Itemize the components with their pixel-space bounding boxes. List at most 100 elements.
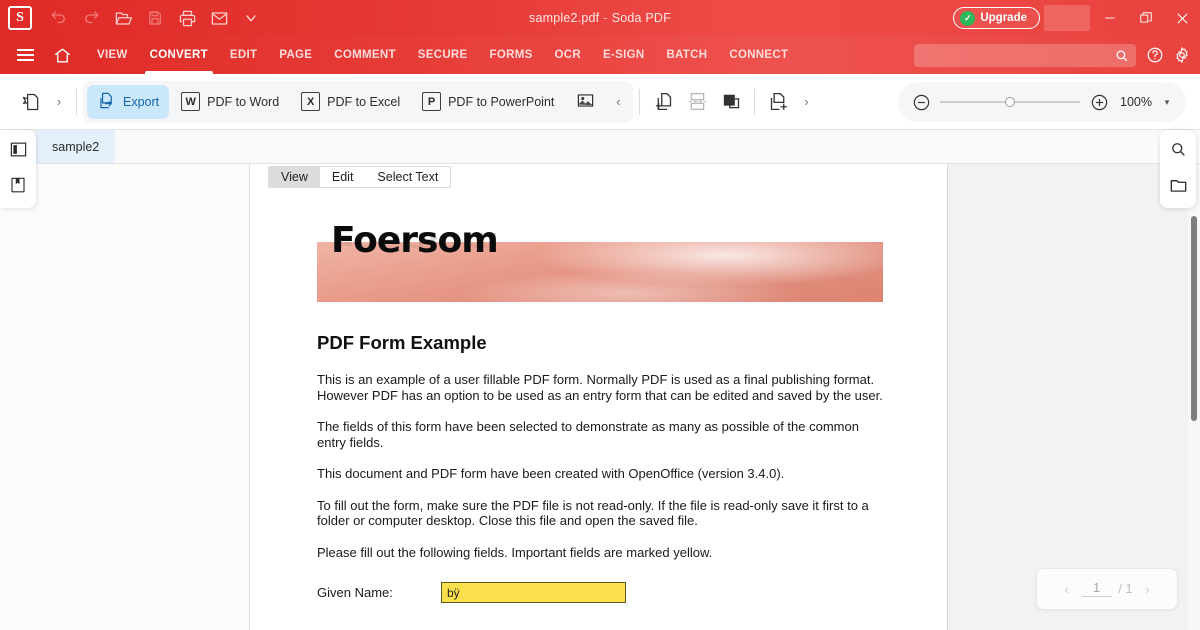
next-page-icon[interactable]: › <box>1139 582 1155 597</box>
ribbon-expand-right-chevron[interactable]: › <box>48 94 70 109</box>
maximize-icon[interactable] <box>1128 0 1164 36</box>
check-circle-icon: ✓ <box>960 10 976 26</box>
menu-item-view[interactable]: VIEW <box>86 36 139 74</box>
vertical-scrollbar[interactable] <box>1188 164 1200 630</box>
email-icon[interactable] <box>204 5 234 31</box>
menu-item-convert[interactable]: CONVERT <box>139 36 219 74</box>
zoom-dropdown-caret-icon[interactable]: ▾ <box>1160 97 1174 108</box>
upgrade-button[interactable]: ✓ Upgrade <box>953 7 1040 29</box>
zoom-slider-track[interactable] <box>940 97 1080 107</box>
open-folder-icon[interactable] <box>108 5 138 31</box>
menu-item-edit[interactable]: EDIT <box>219 36 268 74</box>
menu-item-batch[interactable]: BATCH <box>655 36 718 74</box>
view-mode-view[interactable]: View <box>269 167 320 187</box>
pdf-to-word-button[interactable]: W PDF to Word <box>171 85 289 119</box>
merge-pages-icon[interactable] <box>714 85 748 119</box>
bookmarks-icon[interactable] <box>5 171 31 199</box>
document-tab-sample2[interactable]: sample2 <box>36 130 116 163</box>
pdf-page-content: Foersom Foersom PDF Form Example This is… <box>317 220 883 603</box>
redo-icon[interactable] <box>76 5 106 31</box>
menu-item-comment[interactable]: COMMENT <box>323 36 407 74</box>
upgrade-label: Upgrade <box>980 12 1027 24</box>
zoom-in-icon[interactable] <box>1088 91 1110 113</box>
document-tab-strip: sample2 <box>36 130 1200 164</box>
split-pages-icon[interactable] <box>680 85 714 119</box>
pdf-to-image-button[interactable] <box>566 85 605 119</box>
app-name: Soda PDF <box>611 11 671 25</box>
toggle-sidebar-icon[interactable] <box>5 135 31 163</box>
export-label: Export <box>123 94 160 109</box>
minimize-icon[interactable] <box>1092 0 1128 36</box>
document-paragraph-5: Please fill out the following fields. Im… <box>317 544 713 560</box>
convert-ribbon-toolbar: › Export W PDF to Word X PDF to Excel P … <box>0 74 1200 130</box>
gear-icon[interactable] <box>1173 46 1191 69</box>
menu-item-page[interactable]: PAGE <box>268 36 323 74</box>
left-panel-rail <box>0 130 36 208</box>
document-paragraph-3: This document and PDF form have been cre… <box>317 466 785 481</box>
export-button[interactable]: Export <box>87 84 170 119</box>
zoom-control: 100% ▾ <box>898 82 1186 122</box>
document-search-icon[interactable] <box>1165 135 1191 163</box>
titlebar-placeholder-box <box>1044 5 1090 31</box>
main-menu-items: VIEW CONVERT EDIT PAGE COMMENT SECURE FO… <box>86 36 799 74</box>
menu-item-connect[interactable]: CONNECT <box>718 36 799 74</box>
ribbon-divider <box>76 88 77 115</box>
convert-group-collapse-chevron[interactable]: ‹ <box>607 94 629 109</box>
window-controls <box>1092 0 1200 36</box>
title-separator: - <box>603 11 608 25</box>
hamburger-menu-icon[interactable] <box>8 49 42 61</box>
convert-tools-group: Export W PDF to Word X PDF to Excel P PD… <box>83 80 634 123</box>
zoom-out-icon[interactable] <box>910 91 932 113</box>
right-panel-rail <box>1160 130 1196 208</box>
view-mode-toolbar: View Edit Select Text <box>268 166 452 188</box>
document-paragraph-4: To fill out the form, make sure the PDF … <box>317 497 869 529</box>
view-mode-select-text[interactable]: Select Text <box>365 167 450 187</box>
current-page-input[interactable]: 1 <box>1081 581 1112 597</box>
pdf-to-excel-button[interactable]: X PDF to Excel <box>291 85 410 119</box>
undo-icon[interactable] <box>44 5 74 31</box>
menu-item-secure[interactable]: SECURE <box>407 36 479 74</box>
document-viewer: View Edit Select Text Foersom Foersom PD… <box>0 164 1200 630</box>
zoom-level-value: 100% <box>1120 95 1152 109</box>
chevron-down-icon[interactable] <box>236 5 266 31</box>
menu-item-forms[interactable]: FORMS <box>479 36 544 74</box>
home-icon[interactable] <box>42 46 82 65</box>
save-icon[interactable] <box>140 5 170 31</box>
search-container <box>914 44 1136 67</box>
create-pdf-icon[interactable] <box>761 85 795 119</box>
image-icon <box>576 91 595 113</box>
form-field-row-given-name: Given Name: <box>317 582 883 603</box>
title-bar: S sample2.pdf - Soda PDF ✓ Upgrade <box>0 0 1200 36</box>
powerpoint-badge-icon: P <box>422 92 442 111</box>
print-icon[interactable] <box>172 5 202 31</box>
word-badge-icon: W <box>181 92 201 111</box>
view-mode-edit[interactable]: Edit <box>320 167 366 187</box>
scrollbar-thumb[interactable] <box>1191 216 1197 421</box>
quick-access-toolbar <box>44 5 266 31</box>
close-icon[interactable] <box>1164 0 1200 36</box>
search-input[interactable] <box>914 44 1136 67</box>
given-name-input[interactable] <box>441 582 626 603</box>
ribbon-divider-2 <box>639 88 641 115</box>
add-pages-icon[interactable] <box>646 85 680 119</box>
help-icon[interactable] <box>1146 46 1164 69</box>
ribbon-divider-3 <box>754 88 756 115</box>
zoom-slider-handle[interactable] <box>1005 97 1015 107</box>
menu-item-esign[interactable]: E-SIGN <box>592 36 655 74</box>
previous-page-icon[interactable]: ‹ <box>1059 582 1075 597</box>
document-title: sample2.pdf <box>529 11 600 25</box>
pdf-to-excel-label: PDF to Excel <box>327 94 401 109</box>
menu-item-ocr[interactable]: OCR <box>544 36 592 74</box>
thumbnail-panel <box>0 164 250 630</box>
pdf-page: Foersom Foersom PDF Form Example This is… <box>250 164 948 630</box>
pdf-to-powerpoint-button[interactable]: P PDF to PowerPoint <box>412 85 564 119</box>
page-navigation: ‹ 1 / 1 › <box>1036 568 1178 610</box>
menu-bar: VIEW CONVERT EDIT PAGE COMMENT SECURE FO… <box>0 36 1200 74</box>
search-icon[interactable] <box>1114 48 1129 68</box>
document-paragraph-1: This is an example of a user fillable PD… <box>317 372 883 403</box>
pdf-to-word-label: PDF to Word <box>207 94 280 109</box>
panels-folder-icon[interactable] <box>1165 171 1191 199</box>
ribbon-overflow-chevron[interactable]: › <box>795 94 817 109</box>
total-pages-label: / 1 <box>1118 582 1133 596</box>
restore-page-icon[interactable] <box>14 85 48 119</box>
